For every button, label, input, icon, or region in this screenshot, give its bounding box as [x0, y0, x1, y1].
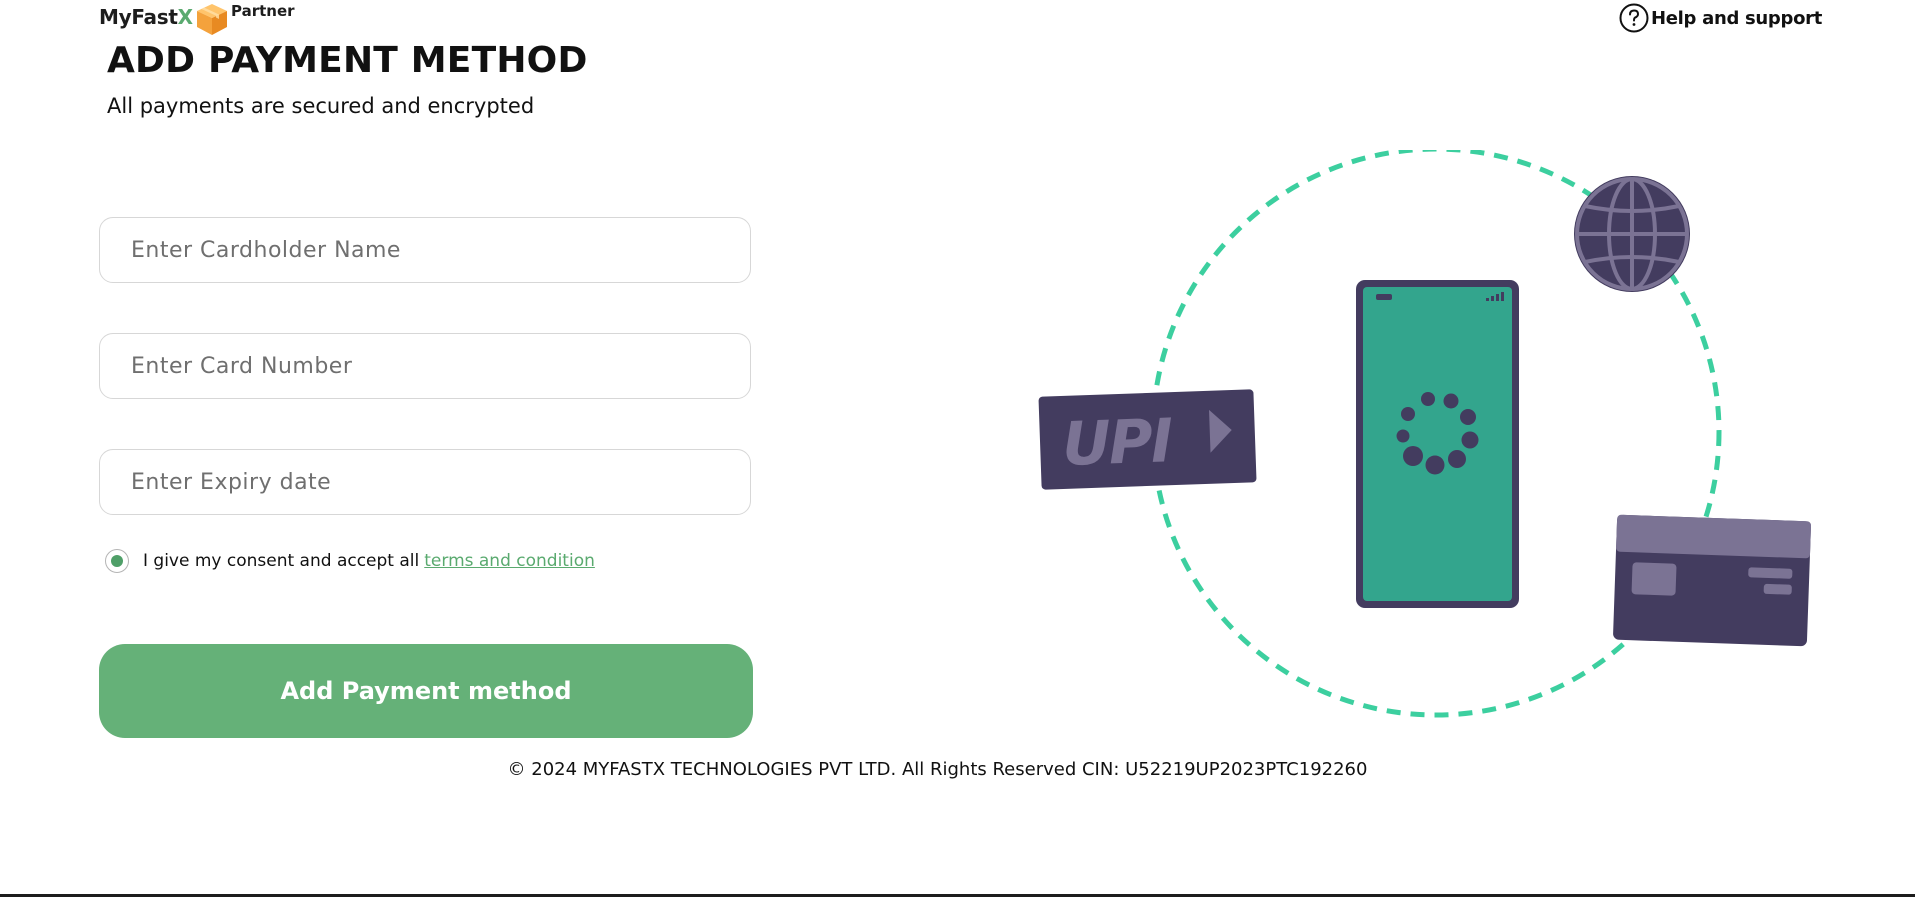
footer-copyright: © 2024 MYFASTX TECHNOLOGIES PVT LTD. All… — [0, 759, 1915, 780]
consent-radio-dot — [111, 555, 123, 567]
upi-card-icon: UPI — [1038, 389, 1257, 490]
logo-badge: Partner — [231, 2, 295, 20]
credit-card-icon — [1613, 514, 1812, 647]
logo-text: MyFast — [99, 5, 178, 29]
logo-accent: X — [177, 5, 194, 29]
help-support-link[interactable]: Help and support — [1619, 3, 1822, 33]
consent-text: I give my consent and accept all — [143, 551, 420, 571]
cardholder-name-input[interactable] — [99, 217, 751, 283]
card-number-input[interactable] — [99, 333, 751, 399]
expiry-date-input[interactable] — [99, 449, 751, 515]
payment-illustration: UPI — [1038, 150, 1812, 718]
help-icon — [1619, 3, 1649, 33]
terms-link[interactable]: terms and condition — [424, 551, 595, 571]
svg-text:UPI: UPI — [1061, 406, 1174, 480]
footer-text: © 2024 MYFASTX TECHNOLOGIES PVT LTD. All… — [507, 759, 1368, 780]
add-payment-button[interactable]: Add Payment method — [99, 644, 753, 738]
brand-logo[interactable]: MyFast X Partner — [99, 2, 295, 36]
page-title: ADD PAYMENT METHOD — [107, 40, 588, 81]
consent-row: I give my consent and accept all terms a… — [105, 549, 595, 573]
phone-icon — [1356, 280, 1519, 608]
box-icon — [197, 4, 228, 35]
globe-icon — [1574, 176, 1690, 292]
consent-radio[interactable] — [105, 549, 129, 573]
page-subtitle: All payments are secured and encrypted — [107, 94, 535, 118]
help-label: Help and support — [1651, 7, 1823, 29]
